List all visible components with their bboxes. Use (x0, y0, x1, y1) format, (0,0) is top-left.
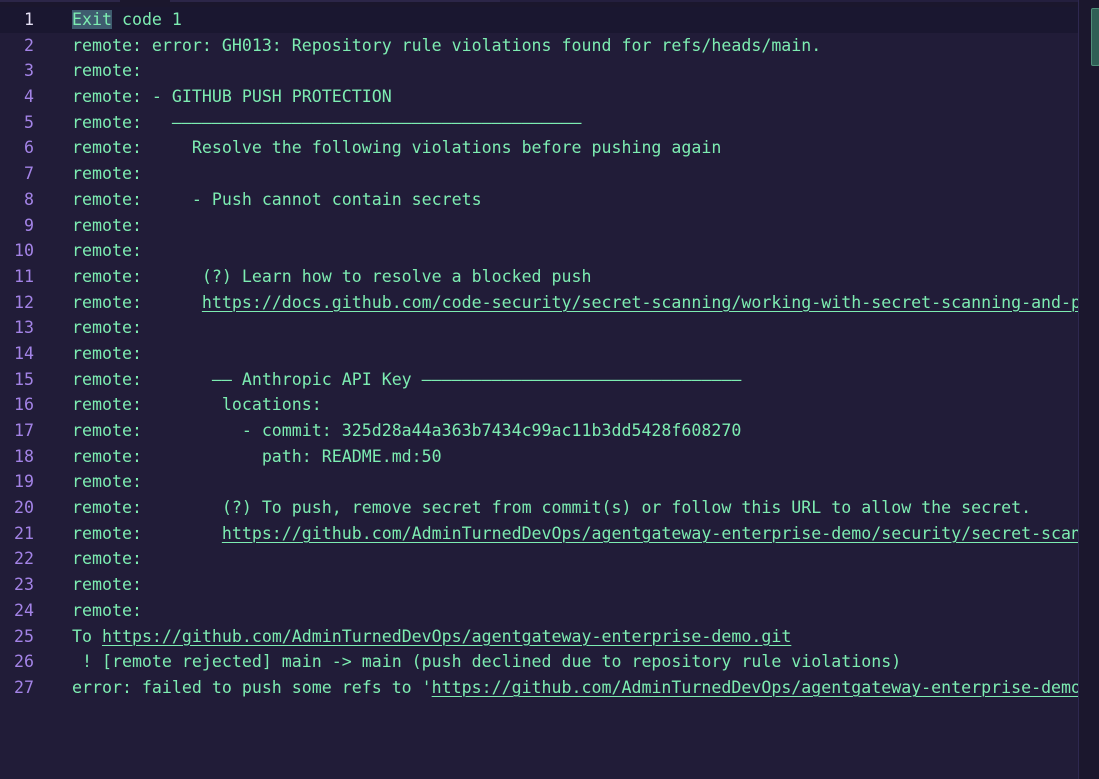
line-text: remote: (72, 472, 142, 492)
code-line[interactable]: remote: (72, 598, 1078, 624)
line-number: 25 (14, 626, 34, 646)
code-line[interactable]: remote: locations: (72, 392, 1078, 418)
line-number: 12 (14, 292, 34, 312)
line-text: remote: locations: (72, 395, 322, 415)
code-line[interactable]: remote: https://github.com/AdminTurnedDe… (72, 521, 1078, 547)
code-line[interactable]: remote: (72, 238, 1078, 264)
line-text: remote: (?) Learn how to resolve a block… (72, 266, 592, 286)
line-number: 2 (24, 35, 34, 55)
code-line[interactable]: remote: (72, 161, 1078, 187)
line-text: remote: - commit: 325d28a44a363b7434c99a… (72, 421, 742, 440)
line-number: 17 (14, 421, 34, 440)
tab-strip-segment (170, 0, 500, 2)
code-line[interactable]: remote: (72, 341, 1078, 367)
line-text: remote: path: README.md:50 (72, 446, 442, 466)
line-text: remote: (72, 575, 142, 595)
code-line[interactable]: remote: error: GH013: Repository rule vi… (72, 33, 1078, 59)
line-text: ! [remote rejected] main -> main (push d… (72, 652, 902, 672)
code-line[interactable]: remote: (72, 572, 1078, 598)
code-line[interactable]: remote: - GITHUB PUSH PROTECTION (72, 84, 1078, 110)
line-number: 22 (14, 549, 34, 569)
code-line[interactable]: remote: (72, 213, 1078, 239)
code-line[interactable]: remote: (72, 58, 1078, 84)
line-text: remote: (72, 523, 222, 543)
scrollbar-thumb[interactable] (1091, 8, 1099, 66)
code-line[interactable]: To https://github.com/AdminTurnedDevOps/… (72, 624, 1078, 650)
code-line[interactable]: remote: Resolve the following violations… (72, 135, 1078, 161)
code-line[interactable]: remote: (?) To push, remove secret from … (72, 495, 1078, 521)
line-text: code 1 (111, 10, 182, 29)
line-number-gutter: 1 2 3 4 5 6 7 8 9 10 11 12 13 14 15 16 17 18 19 20 21 22 23 24 2… (0, 7, 60, 701)
selected-text: Exit (72, 10, 112, 29)
line-number: 11 (14, 266, 34, 286)
line-number: 6 (24, 138, 34, 158)
line-text: remote: (72, 292, 202, 312)
line-number: 24 (14, 600, 34, 620)
code-line[interactable]: remote: —— Anthropic API Key ———————————… (72, 367, 1078, 393)
code-line[interactable]: remote: (72, 469, 1078, 495)
code-line[interactable]: remote: - commit: 325d28a44a363b7434c99a… (72, 418, 1078, 444)
line-number: 1 (24, 10, 34, 29)
code-area[interactable]: Exit code 1 remote: error: GH013: Reposit… (72, 7, 1078, 701)
line-number: 26 (14, 652, 34, 672)
line-text: remote: Resolve the following violations… (72, 138, 722, 158)
line-number: 13 (14, 318, 34, 338)
url-link[interactable]: https://github.com/AdminTurnedDevOps/age… (432, 678, 1078, 697)
line-number: 27 (14, 677, 34, 697)
line-text: remote: (72, 343, 142, 363)
line-number: 15 (14, 369, 34, 389)
line-text: remote: —— Anthropic API Key ———————————… (72, 369, 742, 389)
line-text: remote: error: GH013: Repository rule vi… (72, 35, 822, 55)
line-number: 7 (24, 164, 34, 184)
code-line[interactable]: remote: ————————————————————————————————… (72, 110, 1078, 136)
line-text: remote: (72, 164, 142, 184)
tab-strip-segment (500, 0, 1099, 2)
line-text: remote: (72, 215, 142, 235)
line-number: 16 (14, 395, 34, 415)
line-number: 20 (14, 498, 34, 518)
code-line[interactable]: remote: (?) Learn how to resolve a block… (72, 264, 1078, 290)
code-line[interactable]: remote: - Push cannot contain secrets (72, 187, 1078, 213)
line-number: 8 (24, 189, 34, 209)
code-line[interactable]: remote: path: README.md:50 (72, 444, 1078, 470)
tab-strip-segment (0, 0, 120, 2)
terminal-output-editor[interactable]: 1 2 3 4 5 6 7 8 9 10 11 12 13 14 15 16 17 18 19 20 21 22 23 24 2… (0, 0, 1099, 779)
line-number: 3 (24, 61, 34, 81)
line-number: 5 (24, 112, 34, 132)
line-text: remote: - Push cannot contain secrets (72, 189, 482, 209)
line-number: 14 (14, 343, 34, 363)
line-text: remote: (72, 549, 142, 569)
url-link[interactable]: https://github.com/AdminTurnedDevOps/age… (222, 524, 1078, 543)
line-text: remote: (72, 600, 142, 620)
line-number: 9 (24, 215, 34, 235)
line-text: remote: (72, 61, 142, 81)
line-text: To (72, 626, 102, 646)
line-number: 18 (14, 446, 34, 466)
url-link[interactable]: https://github.com/AdminTurnedDevOps/age… (102, 627, 791, 646)
code-line[interactable]: error: failed to push some refs to 'http… (72, 675, 1078, 701)
vertical-scrollbar[interactable] (1078, 0, 1099, 779)
code-line[interactable]: Exit code 1 (72, 7, 1078, 33)
line-text: remote: (?) To push, remove secret from … (72, 498, 1032, 518)
line-number: 21 (14, 523, 34, 543)
code-line[interactable]: remote: https://docs.github.com/code-sec… (72, 290, 1078, 316)
line-number: 23 (14, 575, 34, 595)
line-number: 10 (14, 241, 34, 261)
line-text: remote: ————————————————————————————————… (72, 112, 582, 132)
code-line[interactable]: remote: (72, 315, 1078, 341)
line-number: 4 (24, 87, 34, 107)
url-link[interactable]: https://docs.github.com/code-security/se… (202, 293, 1078, 312)
code-line[interactable]: ! [remote rejected] main -> main (push d… (72, 649, 1078, 675)
line-text: remote: (72, 318, 142, 338)
line-text: error: failed to push some refs to ' (72, 677, 432, 697)
line-number: 19 (14, 472, 34, 492)
line-text: remote: (72, 241, 142, 261)
editor-top-bar (0, 0, 1099, 7)
code-line[interactable]: remote: (72, 546, 1078, 572)
line-text: remote: - GITHUB PUSH PROTECTION (72, 87, 392, 107)
